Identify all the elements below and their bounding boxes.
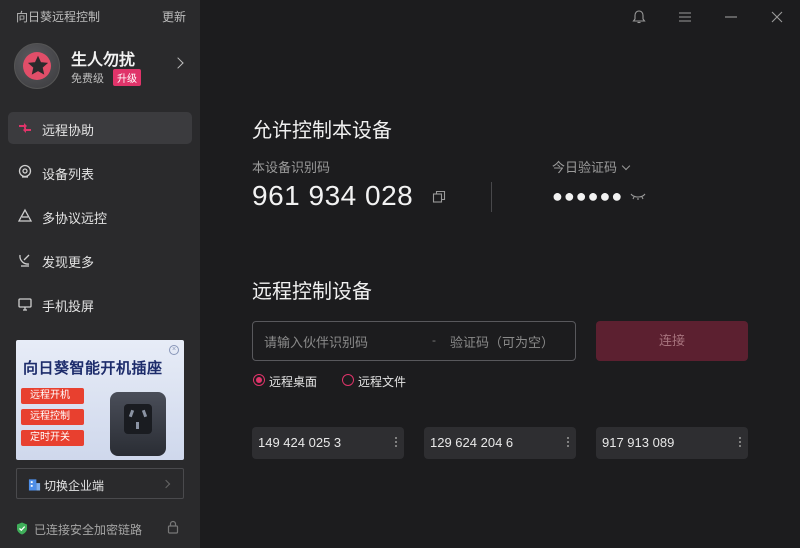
promo-tag: 远程控制 [21, 409, 84, 425]
username: 生人勿扰 [71, 52, 136, 69]
allow-control-heading: 允许控制本设备 [252, 120, 392, 142]
radio-label: 远程桌面 [269, 375, 318, 389]
connect-button[interactable]: 连接 [596, 321, 748, 361]
app-title: 向日葵远程控制 [16, 10, 101, 24]
switch-enterprise-label: 切换企业端 [44, 479, 105, 493]
status-text: 已连接安全加密链路 [34, 523, 143, 537]
bell-icon[interactable] [630, 8, 648, 26]
verification-code-dropdown[interactable]: 今日验证码 [552, 157, 631, 176]
minimize-icon[interactable] [722, 8, 740, 26]
connect-input-group: - [252, 321, 576, 361]
sidebar-item-discover[interactable]: 发现更多 [8, 244, 192, 276]
history-item[interactable]: 917 913 089 [596, 427, 748, 459]
history-item[interactable]: 129 624 204 6 [424, 427, 576, 459]
smart-plug-image [110, 392, 166, 456]
menu-icon[interactable] [676, 8, 694, 26]
close-icon[interactable]: × [169, 345, 179, 355]
lock-icon[interactable] [167, 520, 179, 534]
input-separator: - [432, 333, 436, 347]
promo-title: 向日葵智能开机插座 [23, 360, 163, 377]
device-id: 961 934 028 [252, 180, 414, 211]
plan-level: 免费级 [71, 73, 104, 85]
sidebar-item-screen-cast[interactable]: 手机投屏 [8, 288, 192, 320]
user-profile[interactable]: 生人勿扰 免费级 升级 [14, 43, 190, 89]
verification-code-masked: ●●●●●● [552, 186, 624, 206]
star-icon [27, 55, 49, 75]
partner-id-input[interactable] [264, 332, 429, 352]
discover-icon [19, 254, 30, 267]
history-device-id: 149 424 025 3 [258, 435, 342, 450]
more-vertical-icon[interactable] [566, 435, 570, 449]
multi-protocol-icon [17, 208, 33, 222]
chevron-right-icon [161, 479, 171, 489]
eye-closed-icon[interactable] [629, 192, 647, 202]
sidebar-item-label: 多协议远控 [42, 211, 108, 226]
device-id-label: 本设备识别码 [252, 160, 331, 175]
sidebar-item-label: 发现更多 [42, 255, 95, 270]
radio-label: 远程文件 [358, 375, 407, 389]
sidebar-item-label: 手机投屏 [42, 299, 95, 314]
screen-cast-icon [18, 298, 32, 311]
sidebar-item-label: 远程协助 [42, 123, 95, 138]
remote-assist-icon [19, 123, 31, 133]
shield-check-icon [17, 522, 27, 535]
switch-enterprise-button[interactable]: 切换企业端 [16, 468, 184, 499]
sidebar-item-device-list[interactable]: 设备列表 [8, 156, 192, 188]
copy-icon[interactable] [432, 190, 446, 204]
device-list-icon [18, 164, 32, 178]
verification-code-input[interactable] [450, 332, 572, 352]
building-icon [28, 479, 41, 491]
sidebar-nav: 远程协助 设备列表 多协议远控 发现更多 手机投屏 [8, 112, 192, 332]
history-item[interactable]: 149 424 025 3 [252, 427, 404, 459]
promo-tag: 远程开机 [21, 388, 84, 404]
promo-tag: 定时开关 [21, 430, 84, 446]
history-device-id: 917 913 089 [602, 435, 675, 450]
close-icon[interactable] [768, 8, 786, 26]
sidebar-item-multi-protocol[interactable]: 多协议远控 [8, 200, 192, 232]
radio-indicator [342, 374, 354, 386]
divider [491, 182, 492, 212]
promo-banner[interactable]: 向日葵智能开机插座 × 远程开机 远程控制 定时开关 [16, 340, 184, 460]
verification-code-label: 今日验证码 [552, 160, 618, 175]
chevron-right-icon [172, 57, 184, 69]
remote-control-heading: 远程控制设备 [252, 281, 372, 303]
more-vertical-icon[interactable] [394, 435, 398, 449]
avatar [14, 43, 60, 89]
more-vertical-icon[interactable] [738, 435, 742, 449]
chevron-down-icon [621, 161, 631, 171]
radio-indicator [253, 374, 265, 386]
update-link[interactable]: 更新 [162, 8, 186, 25]
sidebar: 向日葵远程控制 更新 生人勿扰 免费级 升级 远程协助 设备列表 多协议远控 发… [0, 0, 200, 548]
history-device-id: 129 624 204 6 [430, 435, 514, 450]
upgrade-badge[interactable]: 升级 [113, 69, 141, 86]
sidebar-item-remote-assist[interactable]: 远程协助 [8, 112, 192, 144]
sidebar-item-label: 设备列表 [42, 167, 95, 182]
